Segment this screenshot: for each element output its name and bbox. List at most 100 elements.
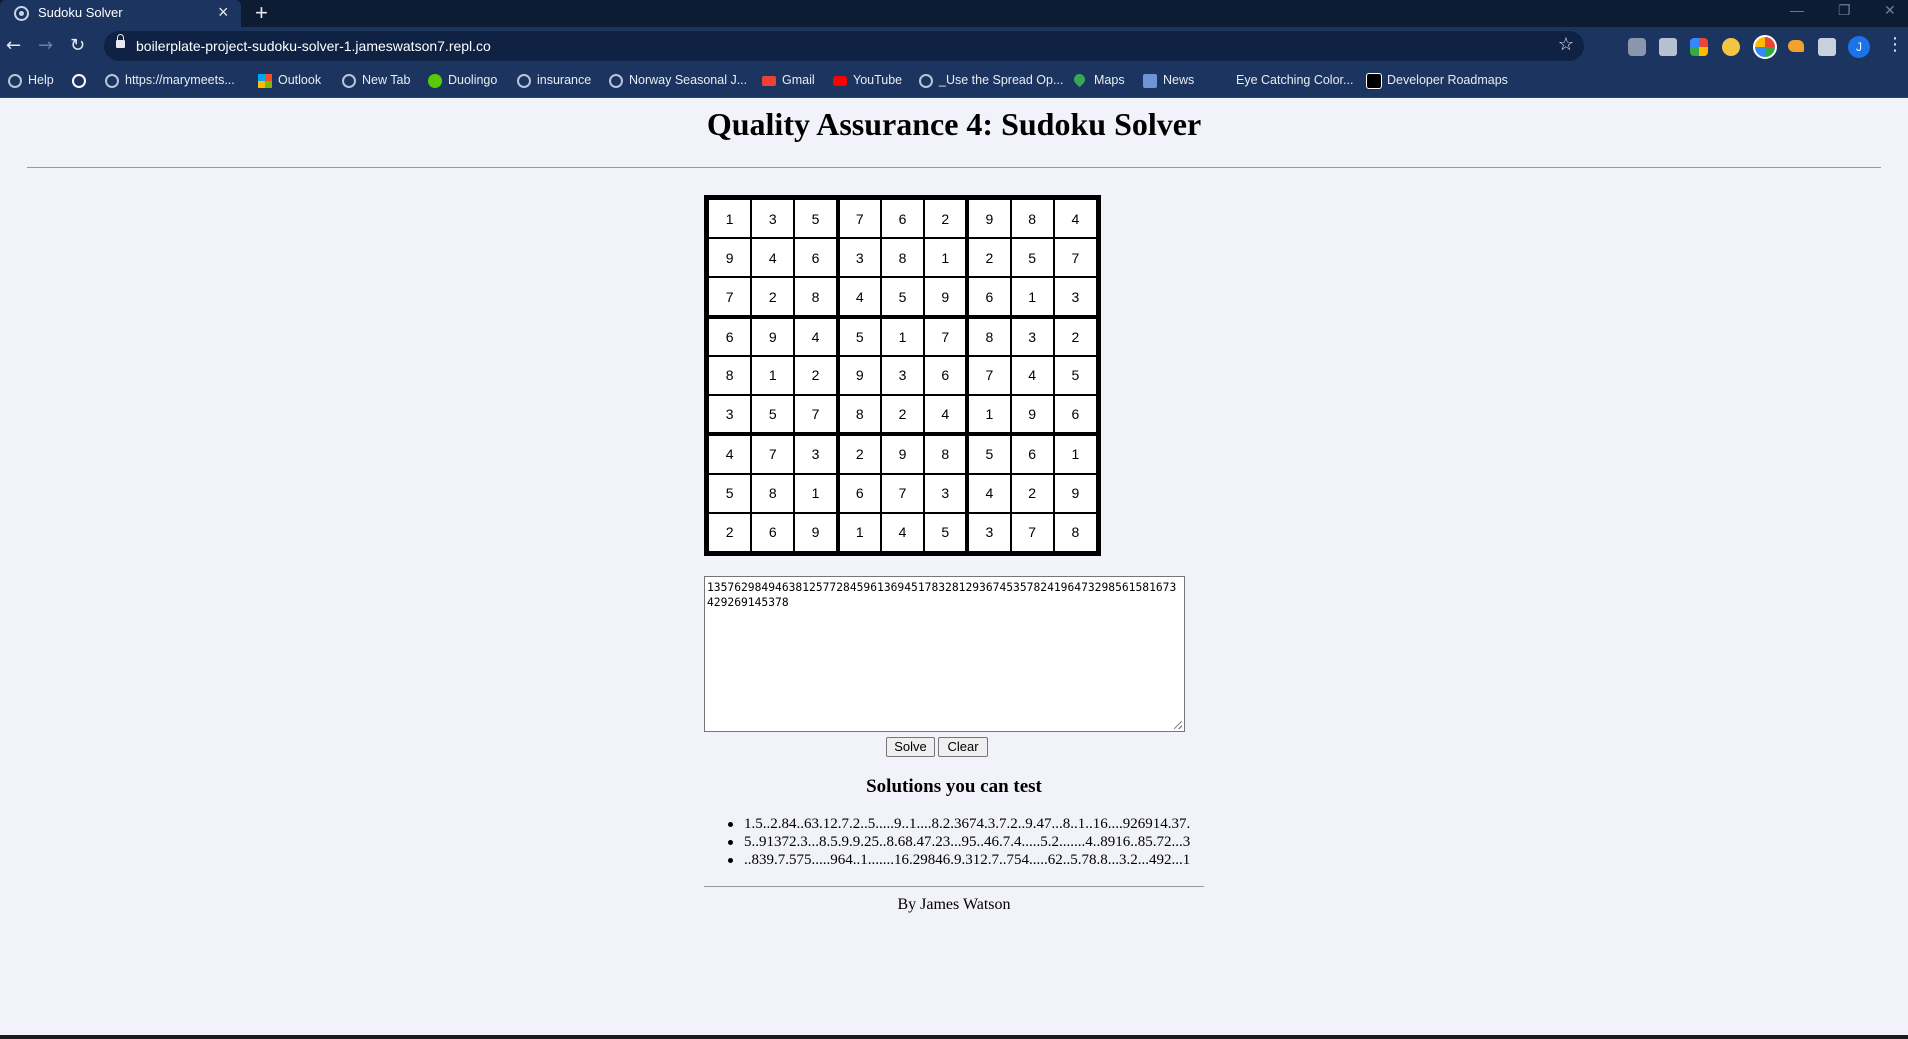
sudoku-cell[interactable]: 1 [837,512,881,552]
sudoku-cell[interactable]: 3 [837,238,881,278]
sudoku-cell[interactable]: 1 [1053,434,1097,474]
sudoku-cell[interactable]: 3 [880,355,925,396]
sudoku-cell[interactable]: 7 [1053,238,1097,278]
sudoku-cell[interactable]: 2 [924,199,968,239]
reload-button[interactable]: ↻ [70,35,85,56]
sudoku-cell[interactable]: 3 [924,473,968,513]
sudoku-cell[interactable]: 9 [708,238,752,278]
solve-button[interactable]: Solve [886,737,935,757]
extension-icon[interactable] [1788,40,1804,52]
sudoku-cell[interactable]: 7 [967,355,1011,396]
restore-icon[interactable]: ❐ [1838,2,1851,19]
sudoku-cell[interactable]: 3 [967,512,1011,552]
sudoku-cell[interactable]: 8 [967,316,1011,356]
bookmark-star-icon[interactable]: ☆ [1558,34,1574,55]
sudoku-cell[interactable]: 4 [751,238,795,278]
sudoku-cell[interactable]: 7 [837,199,881,239]
sudoku-cell[interactable]: 4 [837,277,881,317]
sudoku-cell[interactable]: 5 [967,434,1011,474]
minimize-icon[interactable]: — [1790,2,1804,18]
sudoku-cell[interactable]: 2 [1010,473,1054,513]
sudoku-cell[interactable]: 2 [967,238,1011,278]
sudoku-cell[interactable]: 9 [1053,473,1097,513]
close-tab-icon[interactable]: × [218,2,229,23]
sudoku-cell[interactable]: 9 [1010,395,1054,435]
sudoku-cell[interactable]: 4 [880,512,925,552]
sudoku-cell[interactable]: 3 [708,395,752,435]
sudoku-cell[interactable]: 3 [1010,316,1054,356]
sudoku-cell[interactable]: 2 [880,395,925,435]
sudoku-cell[interactable]: 6 [794,238,838,278]
sudoku-cell[interactable]: 3 [1053,277,1097,317]
solution-item[interactable]: 5..91372.3...8.5.9.9.25..8.68.47.23...95… [727,833,1190,851]
sudoku-cell[interactable]: 1 [880,316,925,356]
resize-handle-icon[interactable] [1174,721,1182,729]
sudoku-cell[interactable]: 4 [708,434,752,474]
sudoku-cell[interactable]: 2 [837,434,881,474]
sudoku-cell[interactable]: 8 [837,395,881,435]
sudoku-cell[interactable]: 4 [1053,199,1097,239]
color-picker-icon[interactable] [1690,38,1708,56]
extension-badge-icon[interactable] [1753,35,1777,59]
sudoku-cell[interactable]: 4 [794,316,838,356]
sudoku-cell[interactable]: 4 [924,395,968,435]
sudoku-cell[interactable]: 9 [837,355,881,396]
sudoku-cell[interactable]: 7 [751,434,795,474]
sudoku-cell[interactable]: 7 [708,277,752,317]
sudoku-cell[interactable]: 5 [924,512,968,552]
sudoku-cell[interactable]: 2 [794,355,838,396]
sudoku-cell[interactable]: 9 [967,199,1011,239]
sudoku-cell[interactable]: 7 [880,473,925,513]
emoji-icon[interactable] [1722,38,1740,56]
sudoku-cell[interactable]: 1 [794,473,838,513]
back-button[interactable]: ← [6,35,21,56]
sudoku-cell[interactable]: 1 [751,355,795,396]
sudoku-cell[interactable]: 1 [967,395,1011,435]
address-bar[interactable]: boilerplate-project-sudoku-solver-1.jame… [104,31,1584,61]
sudoku-cell[interactable]: 8 [924,434,968,474]
sudoku-cell[interactable]: 7 [1010,512,1054,552]
solution-item[interactable]: 1.5..2.84..63.12.7.2..5.....9..1....8.2.… [727,815,1190,833]
new-tab-button[interactable]: + [255,0,268,26]
sudoku-cell[interactable]: 2 [1053,316,1097,356]
sudoku-cell[interactable]: 6 [751,512,795,552]
sudoku-cell[interactable]: 8 [880,238,925,278]
sudoku-cell[interactable]: 5 [880,277,925,317]
sudoku-cell[interactable]: 4 [1010,355,1054,396]
sudoku-cell[interactable]: 8 [1053,512,1097,552]
sudoku-cell[interactable]: 5 [837,316,881,356]
browser-tab[interactable]: Sudoku Solver × [0,0,241,27]
sudoku-cell[interactable]: 6 [1010,434,1054,474]
sudoku-cell[interactable]: 8 [751,473,795,513]
sudoku-cell[interactable]: 8 [1010,199,1054,239]
camera-icon[interactable] [1659,38,1677,56]
puzzle-textarea[interactable]: 1357629849463812577284596136945178328129… [704,576,1185,732]
sudoku-cell[interactable]: 5 [751,395,795,435]
sudoku-cell[interactable]: 5 [1010,238,1054,278]
sudoku-cell[interactable]: 9 [880,434,925,474]
sudoku-cell[interactable]: 1 [1010,277,1054,317]
extension-icon[interactable] [1628,38,1646,56]
sudoku-cell[interactable]: 7 [924,316,968,356]
sudoku-cell[interactable]: 9 [794,512,838,552]
sudoku-cell[interactable]: 3 [751,199,795,239]
sudoku-cell[interactable]: 2 [751,277,795,317]
sudoku-cell[interactable]: 1 [708,199,752,239]
solution-item[interactable]: ..839.7.575.....964..1.......16.29846.9.… [727,851,1190,869]
sudoku-cell[interactable]: 6 [837,473,881,513]
sudoku-cell[interactable]: 6 [708,316,752,356]
menu-kebab-icon[interactable]: ⋮ [1886,34,1904,55]
sudoku-cell[interactable]: 8 [708,355,752,396]
sudoku-cell[interactable]: 7 [794,395,838,435]
sudoku-cell[interactable]: 9 [924,277,968,317]
sudoku-cell[interactable]: 5 [1053,355,1097,396]
clear-button[interactable]: Clear [938,737,988,757]
sudoku-cell[interactable]: 5 [708,473,752,513]
sudoku-cell[interactable]: 6 [1053,395,1097,435]
sudoku-cell[interactable]: 8 [794,277,838,317]
close-window-icon[interactable]: ✕ [1884,2,1896,19]
sudoku-cell[interactable]: 5 [794,199,838,239]
sudoku-cell[interactable]: 9 [751,316,795,356]
sudoku-cell[interactable]: 2 [708,512,752,552]
sudoku-cell[interactable]: 6 [880,199,925,239]
